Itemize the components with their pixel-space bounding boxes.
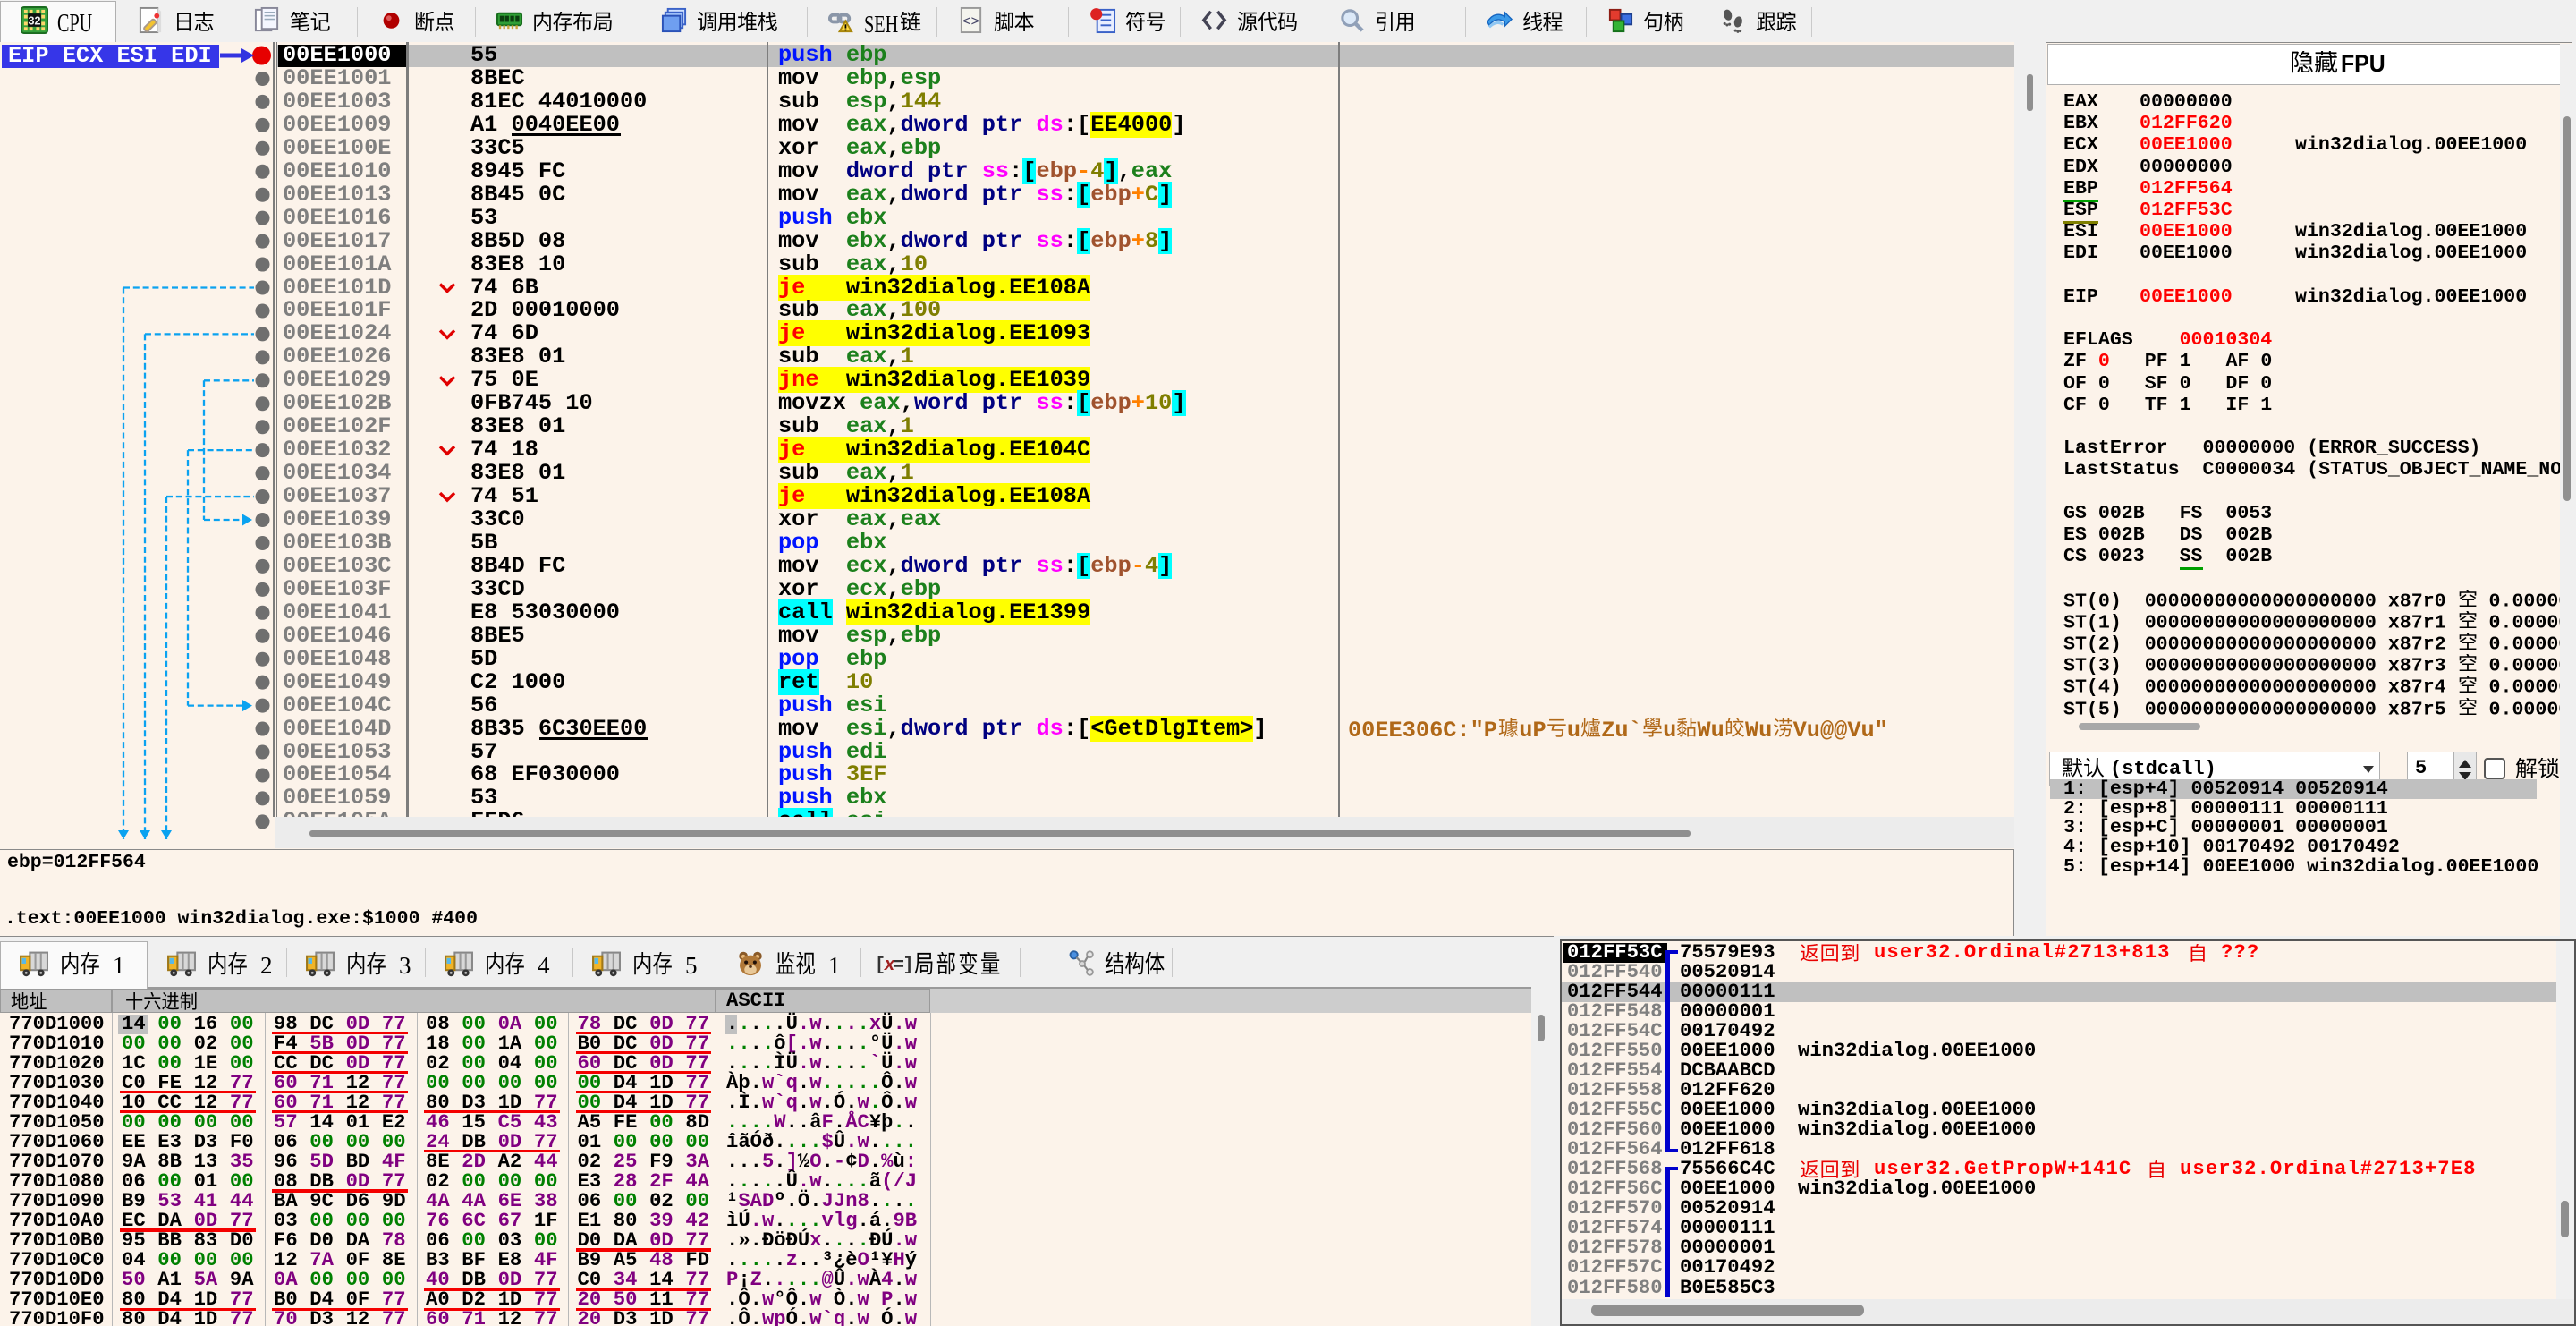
svg-text:<>: <> <box>962 13 979 30</box>
